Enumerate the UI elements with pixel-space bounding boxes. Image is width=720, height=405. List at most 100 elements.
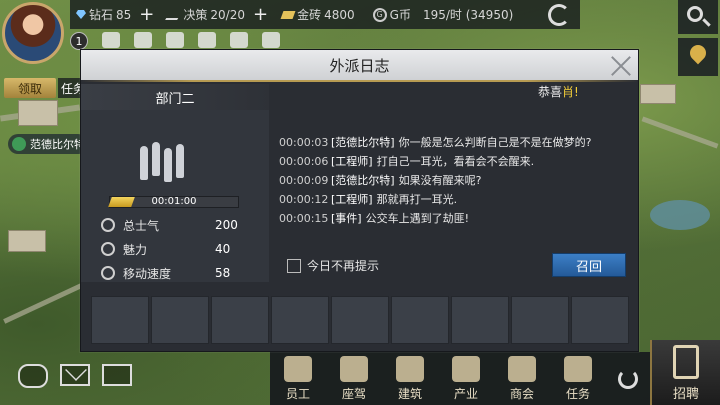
log-speaker: [范德比尔特] [331,174,395,187]
recruit-button[interactable]: 招聘 [650,340,720,405]
social-buttons [18,364,132,388]
map-building[interactable] [18,100,58,126]
task-tab[interactable]: 任务 [58,78,82,98]
gold-bar-icon [280,10,296,19]
mail-icon[interactable] [60,364,90,386]
member-slot[interactable] [451,296,509,344]
member-slot[interactable] [91,296,149,344]
log-message: 你一般是怎么判断自己是不是在做梦的? [398,136,592,149]
player-avatar[interactable] [2,2,64,64]
diamond-label: 钻石 [89,8,114,22]
claim-button[interactable]: 领取 [4,78,56,98]
nav-vehicles[interactable]: 座驾 [326,352,382,405]
resource-bar: 钻石 85 + 决策 20/20 + 金砖 4800 G G币 195/时 (3… [70,0,580,29]
log-entry: 00:00:03 [范德比尔特] 你一般是怎么判断自己是不是在做梦的? [279,136,629,150]
dialog-header: 外派日志 [81,50,638,80]
department-title: 部门二 [81,84,269,110]
log-time: 00:00:12 [279,193,329,206]
header-divider [81,80,638,82]
nav-buildings[interactable]: 建筑 [382,352,438,405]
map-building[interactable] [640,84,676,104]
log-entry: 00:00:06 [工程师] 打自己一耳光，看看会不会醒来. [279,155,629,169]
notification-badge[interactable]: 1 [70,32,88,50]
gcoin-label: G币 [389,8,411,22]
squad-member-figure [140,146,148,180]
search-button[interactable] [678,0,718,34]
log-speaker: [范德比尔特] [331,136,395,149]
log-speaker: [事件] [331,212,362,225]
employees-icon [284,356,312,382]
map-building[interactable] [8,230,46,252]
stat-move-speed: 移动速度 58 [101,264,251,282]
nav-label: 座驾 [341,387,366,401]
checkbox-box[interactable] [287,258,301,273]
nav-label: 员工 [285,387,310,401]
log-time: 00:00:15 [279,212,329,225]
location-button[interactable] [678,38,718,76]
diamond-shop-icon[interactable] [198,32,216,48]
member-slot[interactable] [211,296,269,344]
map-unit-label[interactable]: 范德比尔特 [8,134,88,154]
tools-icon[interactable] [102,32,120,48]
recall-button[interactable]: 召回 [552,253,626,277]
chat-icon[interactable] [18,364,48,388]
gcoin-resource: G G币 195/时 (34950) [372,6,514,23]
stat-label: 总士气 [123,218,160,233]
log-time: 00:00:09 [279,174,329,187]
close-icon[interactable] [608,53,634,79]
log-time: 00:00:03 [279,136,329,149]
nav-industry[interactable]: 产业 [438,352,494,405]
list-icon[interactable] [102,364,132,386]
gcoin-value: 195/时 (34950) [422,8,514,22]
member-slot[interactable] [151,296,209,344]
log-entry: 00:00:12 [工程师] 那就再打一耳光. [279,193,629,207]
dispatch-timer: 00:01:00 [151,196,197,207]
decision-resource: 决策 20/20 [165,6,245,23]
add-diamond-button[interactable]: + [139,4,154,25]
decision-label: 决策 [183,8,208,22]
member-slot[interactable] [391,296,449,344]
log-time: 00:00:06 [279,155,329,168]
map-pond [650,200,710,230]
event-log: 00:00:03 [范德比尔特] 你一般是怎么判断自己是不是在做梦的? 00:0… [279,136,629,231]
nav-label: 建筑 [397,387,422,401]
refresh-icon[interactable] [548,4,570,26]
office-building-icon [508,356,536,382]
nav-tasks[interactable]: 任务 [550,352,606,405]
decision-value: 20/20 [210,7,245,22]
quill-icon [165,9,184,20]
map-pin-icon [686,41,710,65]
stat-label: 移动速度 [123,266,172,281]
walker-icon [12,137,26,151]
member-slot[interactable] [331,296,389,344]
gold-bars-icon[interactable] [262,32,280,48]
gift-icon[interactable] [166,32,184,48]
recruit-label: 招聘 [672,387,699,402]
log-message: 打自己一耳光，看看会不会醒来. [376,155,535,168]
star-icon[interactable] [134,32,152,48]
member-slot[interactable] [511,296,569,344]
congrats-highlight: 肖! [562,85,579,99]
nav-employees[interactable]: 员工 [270,352,326,405]
member-slot[interactable] [271,296,329,344]
stat-morale: 总士气 200 [101,216,251,234]
factory-icon [396,356,424,382]
speed-icon [101,266,115,280]
log-message: 那就再打一耳光. [376,193,458,206]
congrats-ticker: 恭喜肖! [538,83,588,99]
refresh-icon [618,368,638,389]
diamond-resource: 钻石 85 [76,6,131,23]
diamond-value: 85 [116,7,132,22]
dont-show-today-checkbox[interactable]: 今日不再提示 [287,257,379,274]
nav-chamber[interactable]: 商会 [494,352,550,405]
add-decision-button[interactable]: + [253,4,268,25]
checkbox-label: 今日不再提示 [307,259,380,273]
card-icon[interactable] [230,32,248,48]
squad-member-figure [152,142,160,176]
log-entry: 00:00:09 [范德比尔特] 如果没有醒来呢? [279,174,629,188]
squad-member-figure [176,144,184,178]
member-slot[interactable] [571,296,629,344]
lightbulb-icon [101,218,115,232]
nav-refresh-button[interactable] [606,352,650,405]
nav-label: 任务 [565,387,590,401]
